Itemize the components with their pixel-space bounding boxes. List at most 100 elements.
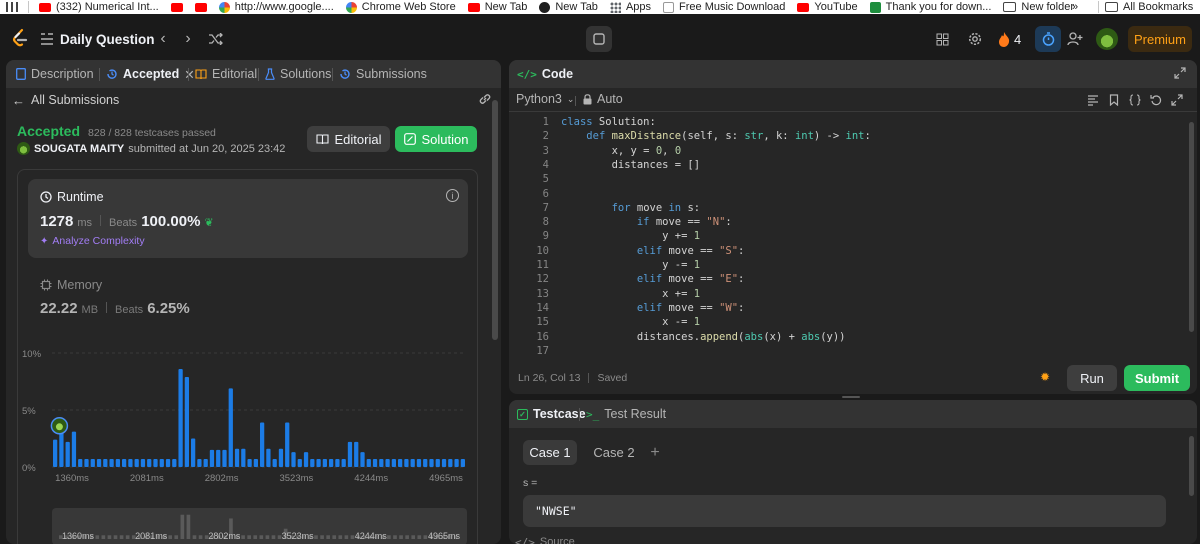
- premium-button[interactable]: Premium: [1128, 26, 1192, 52]
- language-select[interactable]: Python3 ⌄: [516, 92, 574, 106]
- chart-bar[interactable]: [310, 459, 315, 467]
- code-editor[interactable]: 1 class Solution: 2 def maxDistance(self, …: [509, 116, 1187, 357]
- chart-bar[interactable]: [53, 439, 58, 467]
- submit-button[interactable]: Submit: [1124, 365, 1190, 391]
- all-submissions-link[interactable]: ← All Submissions: [12, 92, 119, 108]
- chart-bar[interactable]: [347, 441, 353, 467]
- memory-header[interactable]: Memory: [40, 278, 102, 292]
- chart-bar[interactable]: [266, 448, 271, 467]
- analyze-complexity-link[interactable]: ✦ Analyze Complexity: [40, 235, 145, 247]
- chart-bar[interactable]: [172, 459, 177, 467]
- chart-bar[interactable]: [197, 459, 202, 467]
- tab-editorial[interactable]: Editorial: [195, 60, 257, 88]
- bookmark-item[interactable]: [170, 2, 183, 12]
- chart-bar[interactable]: [329, 459, 334, 467]
- bookmark-item[interactable]: [194, 2, 207, 12]
- chart-bar[interactable]: [454, 459, 459, 467]
- runtime-card[interactable]: Runtime i 1278 ms Beats 100.00% ❦ ✦ Anal…: [28, 179, 468, 258]
- left-scrollbar[interactable]: [492, 100, 498, 340]
- avatar[interactable]: [1096, 28, 1118, 50]
- maximize-icon[interactable]: [1174, 67, 1188, 81]
- streak-counter[interactable]: 4: [998, 30, 1021, 48]
- chart-bar[interactable]: [59, 432, 64, 467]
- next-question-chevron-icon[interactable]: ›: [180, 30, 196, 48]
- chart-bar[interactable]: [460, 459, 465, 467]
- testcase-scrollbar[interactable]: [1189, 436, 1194, 496]
- bookmark-item[interactable]: New Tab: [467, 1, 527, 13]
- range-selector[interactable]: 1360ms 2081ms 2802ms 3523ms 4244ms 4965ms: [52, 508, 467, 544]
- chart-bar[interactable]: [241, 448, 246, 467]
- chart-bar[interactable]: [354, 441, 359, 467]
- chart-bar[interactable]: [272, 459, 277, 467]
- chart-bar[interactable]: [316, 459, 321, 467]
- tab-description[interactable]: Description: [16, 60, 94, 88]
- username[interactable]: SOUGATA MAITY: [34, 143, 124, 155]
- chart-bar[interactable]: [366, 459, 371, 467]
- chart-bar[interactable]: [429, 459, 434, 467]
- settings-gear-icon[interactable]: [967, 31, 983, 47]
- reset-icon[interactable]: [1150, 94, 1162, 106]
- chart-bar[interactable]: [448, 459, 453, 467]
- case-tab-2[interactable]: Case 2: [587, 440, 641, 465]
- chart-bar[interactable]: [147, 459, 152, 467]
- bookmark-item[interactable]: New Tab: [539, 1, 598, 13]
- bookmark-item[interactable]: YouTube: [797, 1, 858, 13]
- expand-icon[interactable]: [1171, 94, 1183, 106]
- chart-bar[interactable]: [404, 459, 409, 467]
- bookmark-item[interactable]: Free Music Download: [663, 1, 785, 13]
- chart-bar[interactable]: [78, 459, 83, 467]
- chart-bar[interactable]: [191, 438, 196, 468]
- chart-bar[interactable]: [278, 448, 284, 467]
- chart-bar[interactable]: [109, 459, 114, 467]
- chart-bar[interactable]: [253, 459, 258, 467]
- chart-bar[interactable]: [228, 388, 233, 467]
- bookmark-item[interactable]: New folder: [1003, 1, 1074, 13]
- close-tab-icon[interactable]: ✕: [184, 67, 194, 82]
- chart-bar[interactable]: [153, 459, 158, 467]
- chart-bar[interactable]: [96, 459, 102, 467]
- chart-bar[interactable]: [335, 459, 340, 467]
- chart-bar[interactable]: [297, 459, 302, 467]
- tab-submissions[interactable]: Submissions: [339, 60, 427, 88]
- apps-grid-icon[interactable]: [6, 2, 18, 12]
- bookmarks-overflow-button[interactable]: »: [1072, 1, 1078, 13]
- chart-bar[interactable]: [379, 459, 384, 467]
- layout-icon[interactable]: [934, 31, 950, 47]
- solution-button[interactable]: Solution: [395, 126, 477, 152]
- chart-bar[interactable]: [222, 449, 227, 467]
- bookmark-item[interactable]: Thank you for down...: [869, 1, 991, 13]
- chart-bar[interactable]: [423, 459, 428, 467]
- all-bookmarks-button[interactable]: All Bookmarks: [1098, 1, 1193, 13]
- shuffle-icon[interactable]: [206, 31, 224, 47]
- chart-bar[interactable]: [103, 459, 108, 467]
- chart-bar[interactable]: [209, 449, 215, 467]
- leetcode-logo-icon[interactable]: [10, 28, 30, 48]
- chart-bar[interactable]: [391, 459, 396, 467]
- tab-code[interactable]: </> Code: [517, 60, 573, 88]
- info-icon[interactable]: i: [446, 189, 459, 202]
- tab-solutions[interactable]: Solutions: [265, 60, 331, 88]
- chart-bar[interactable]: [84, 459, 89, 467]
- runtime-distribution-chart[interactable]: 10% 5% 0% 1360ms 2081ms 2802ms 3523ms 4244ms 496…: [18, 345, 477, 495]
- chart-bar[interactable]: [441, 459, 447, 467]
- chart-bar[interactable]: [165, 459, 171, 467]
- run-button[interactable]: Run: [1067, 365, 1117, 391]
- avatar[interactable]: [17, 142, 30, 155]
- bookmark-item[interactable]: http://www.google....: [218, 1, 334, 13]
- bookmark-item[interactable]: Apps: [609, 1, 651, 13]
- chart-bar[interactable]: [416, 459, 422, 467]
- daily-question-title[interactable]: Daily Question: [60, 30, 155, 48]
- chart-bar[interactable]: [372, 459, 378, 467]
- chart-bar[interactable]: [90, 459, 95, 467]
- chart-bar[interactable]: [260, 422, 265, 467]
- add-case-icon[interactable]: +: [647, 440, 663, 465]
- chart-bar[interactable]: [398, 459, 403, 467]
- code-scrollbar[interactable]: [1189, 122, 1194, 332]
- chart-bar[interactable]: [435, 459, 440, 467]
- chart-bar[interactable]: [303, 452, 309, 467]
- auto-mode-toggle[interactable]: Auto: [583, 92, 623, 106]
- chart-bar[interactable]: [115, 459, 120, 467]
- chart-bar[interactable]: [159, 459, 164, 467]
- tab-accepted[interactable]: Accepted ✕: [106, 60, 195, 88]
- chart-bar[interactable]: [385, 459, 390, 467]
